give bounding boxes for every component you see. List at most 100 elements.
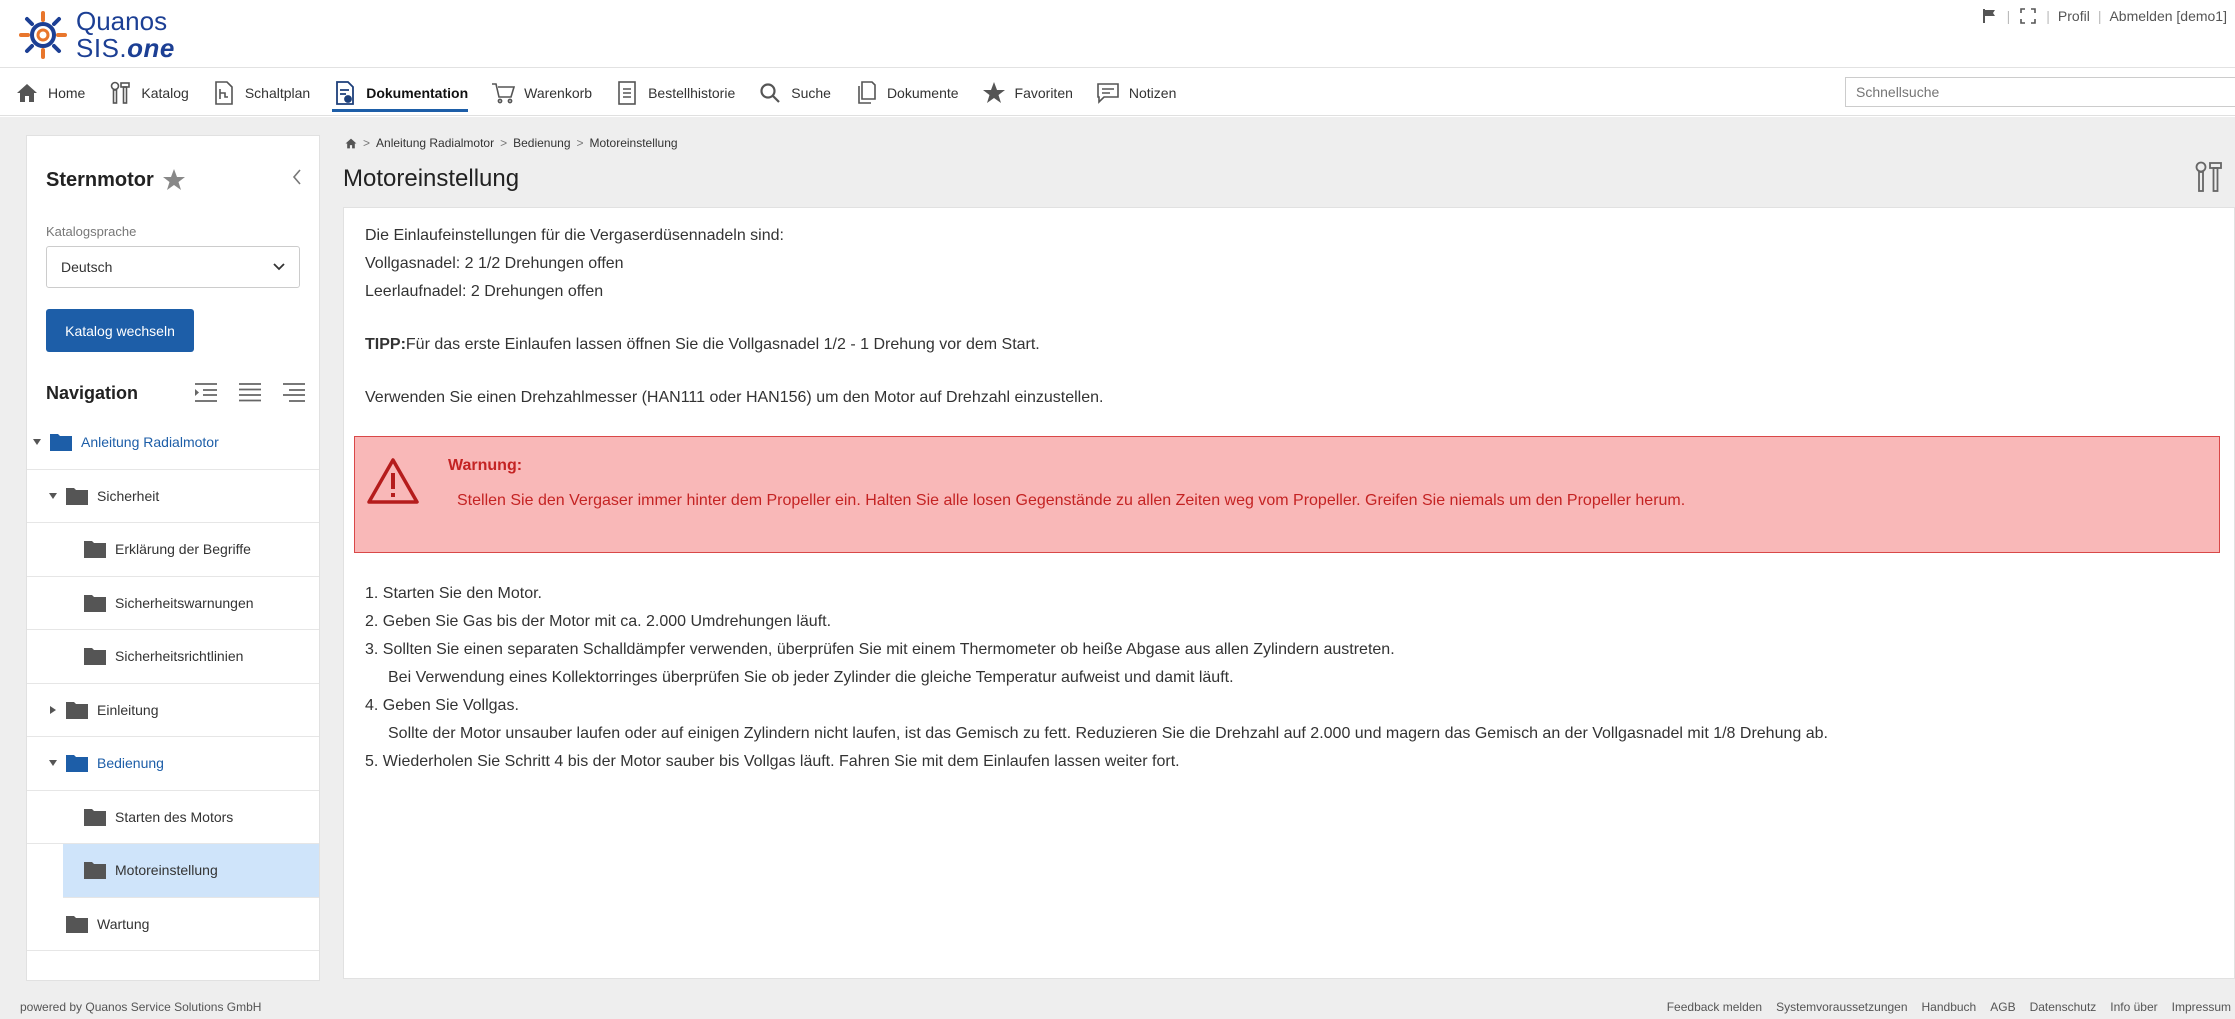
nav-label: Suche <box>791 84 831 101</box>
tree-item-anleitung-radialmotor[interactable]: Anleitung Radialmotor <box>27 416 319 470</box>
nav-label: Favoriten <box>1014 84 1073 101</box>
favorite-star-icon[interactable] <box>162 168 186 192</box>
nav-label: Schaltplan <box>244 84 311 101</box>
separator: | <box>2046 8 2050 24</box>
nav-label: Katalog <box>141 84 189 101</box>
footer-link-feedback[interactable]: Feedback melden <box>1667 1000 1762 1014</box>
catalog-title-text: Sternmotor <box>46 168 154 191</box>
tree-item-label: Motoreinstellung <box>115 862 218 879</box>
separator: | <box>2006 8 2011 24</box>
footer-link-handbook[interactable]: Handbuch <box>1922 1000 1977 1014</box>
footer-link-agb[interactable]: AGB <box>1990 1000 2015 1014</box>
quick-search-input[interactable] <box>1845 77 2235 107</box>
list-item-detail: Bei Verwendung eines Kollektorringes übe… <box>388 669 1234 686</box>
tree-item-einleitung[interactable]: Einleitung <box>27 684 319 737</box>
tip-label: TIPP: <box>365 336 406 353</box>
warning-title: Warnung: <box>448 457 523 474</box>
steps-list: 1. Starten Sie den Motor. 2. Geben Sie G… <box>365 580 1828 776</box>
tree-item-bedienung[interactable]: Bedienung <box>27 737 319 791</box>
expand-tree-icon[interactable] <box>193 380 219 404</box>
navigation-tree: Anleitung Radialmotor Sicherheit Erkläru… <box>27 416 319 951</box>
collapse-sidebar-icon[interactable] <box>289 166 305 188</box>
nav-schaltplan[interactable]: Schaltplan <box>211 69 310 116</box>
folder-icon <box>84 648 106 666</box>
tree-item-wartung[interactable]: Wartung <box>27 898 319 951</box>
main-content-area: > Anleitung Radialmotor > Bedienung > Mo… <box>340 117 2235 1019</box>
sidebar: Sternmotor Katalogsprache Deutsch Katalo… <box>26 135 320 981</box>
folder-icon <box>66 915 88 933</box>
nav-favoriten[interactable]: Favoriten <box>981 69 1073 116</box>
switch-catalog-button[interactable]: Katalog wechseln <box>46 309 194 352</box>
order-history-icon <box>614 80 640 106</box>
footer: powered by Quanos Service Solutions GmbH… <box>0 993 2235 1019</box>
list-view-icon[interactable] <box>237 380 263 404</box>
tree-item-starten-des-motors[interactable]: Starten des Motors <box>27 791 319 844</box>
caret-down-icon[interactable] <box>47 490 59 502</box>
tree-item-label: Sicherheit <box>97 487 160 504</box>
collapse-tree-icon[interactable] <box>281 380 307 404</box>
nav-dokumentation[interactable]: Dokumentation <box>332 69 468 116</box>
caret-down-icon[interactable] <box>31 436 43 448</box>
app-body: Sternmotor Katalogsprache Deutsch Katalo… <box>0 117 2235 1019</box>
catalog-title: Sternmotor <box>46 168 186 192</box>
nav-label: Notizen <box>1128 84 1177 101</box>
footer-link-system-requirements[interactable]: Systemvoraussetzungen <box>1776 1000 1907 1014</box>
tree-item-sicherheit[interactable]: Sicherheit <box>27 470 319 523</box>
gear-logo-icon <box>19 11 67 59</box>
search-icon <box>757 80 783 106</box>
nav-suche[interactable]: Suche <box>757 69 831 116</box>
brand-logo[interactable]: Quanos SIS.one <box>18 8 175 62</box>
tree-item-label: Erklärung der Begriffe <box>115 541 251 558</box>
warning-text: Stellen Sie den Vergaser immer hinter de… <box>457 492 1686 509</box>
flag-icon[interactable] <box>1979 6 1999 26</box>
nav-dokumente[interactable]: Dokumente <box>853 69 959 116</box>
nav-warenkorb[interactable]: Warenkorb <box>490 69 592 116</box>
chevron-down-icon <box>273 263 285 271</box>
main-navigation: Home Katalog Schaltplan Dokumentation Wa… <box>0 69 2235 116</box>
logout-link[interactable]: Abmelden [demo1] <box>2109 8 2227 24</box>
breadcrumb-item[interactable]: Anleitung Radialmotor <box>376 136 494 150</box>
tree-item-motoreinstellung[interactable]: Motoreinstellung <box>63 844 319 898</box>
intro-line: Die Einlaufeinstellungen für die Vergase… <box>365 227 784 244</box>
nav-notizen[interactable]: Notizen <box>1095 69 1176 116</box>
caret-down-icon[interactable] <box>47 757 59 769</box>
list-item: 3. Sollten Sie einen separaten Schalldäm… <box>365 641 1395 658</box>
tree-item-sicherheitswarnungen[interactable]: Sicherheitswarnungen <box>27 577 319 630</box>
brand-product-prefix: SIS. <box>76 33 128 63</box>
list-item: 4. Geben Sie Vollgas. <box>365 697 519 714</box>
home-icon <box>14 80 40 106</box>
tree-item-label: Starten des Motors <box>115 808 234 825</box>
folder-icon <box>66 487 88 505</box>
tree-item-label: Anleitung Radialmotor <box>81 434 219 451</box>
brand-product-suffix: one <box>127 33 175 63</box>
breadcrumb-item[interactable]: Motoreinstellung <box>590 136 678 150</box>
language-select[interactable]: Deutsch <box>46 246 300 288</box>
tree-item-label: Sicherheitswarnungen <box>115 594 254 611</box>
cart-icon <box>490 80 516 106</box>
tip-text: Für das erste Einlaufen lassen öffnen Si… <box>405 336 1040 353</box>
tree-item-label: Wartung <box>97 915 150 932</box>
documents-icon <box>853 80 879 106</box>
nav-bestellhistorie[interactable]: Bestellhistorie <box>614 69 735 116</box>
caret-right-icon[interactable] <box>47 704 59 716</box>
fullscreen-icon[interactable] <box>2018 6 2038 26</box>
notes-icon <box>1095 80 1121 106</box>
footer-link-privacy[interactable]: Datenschutz <box>2030 1000 2097 1014</box>
footer-link-info[interactable]: Info über <box>2110 1000 2157 1014</box>
tree-item-sicherheitsrichtlinien[interactable]: Sicherheitsrichtlinien <box>27 630 319 684</box>
home-icon[interactable] <box>345 138 357 149</box>
tools-icon[interactable] <box>2193 161 2223 193</box>
nav-home[interactable]: Home <box>14 69 85 116</box>
folder-icon <box>66 701 88 719</box>
footer-link-imprint[interactable]: Impressum <box>2172 1000 2231 1014</box>
nav-katalog[interactable]: Katalog <box>107 69 189 116</box>
tree-item-erklaerung-der-begriffe[interactable]: Erklärung der Begriffe <box>27 523 319 577</box>
folder-icon <box>84 594 106 612</box>
profile-link[interactable]: Profil <box>2058 8 2090 24</box>
language-label: Katalogsprache <box>46 224 137 239</box>
tachometer-paragraph: Verwenden Sie einen Drehzahlmesser (HAN1… <box>365 389 1104 406</box>
breadcrumb-item[interactable]: Bedienung <box>513 136 570 150</box>
top-right-links: | | Profil | Abmelden [demo1] <box>1979 6 2227 26</box>
page-title: Motoreinstellung <box>343 165 520 192</box>
folder-icon <box>84 808 106 826</box>
